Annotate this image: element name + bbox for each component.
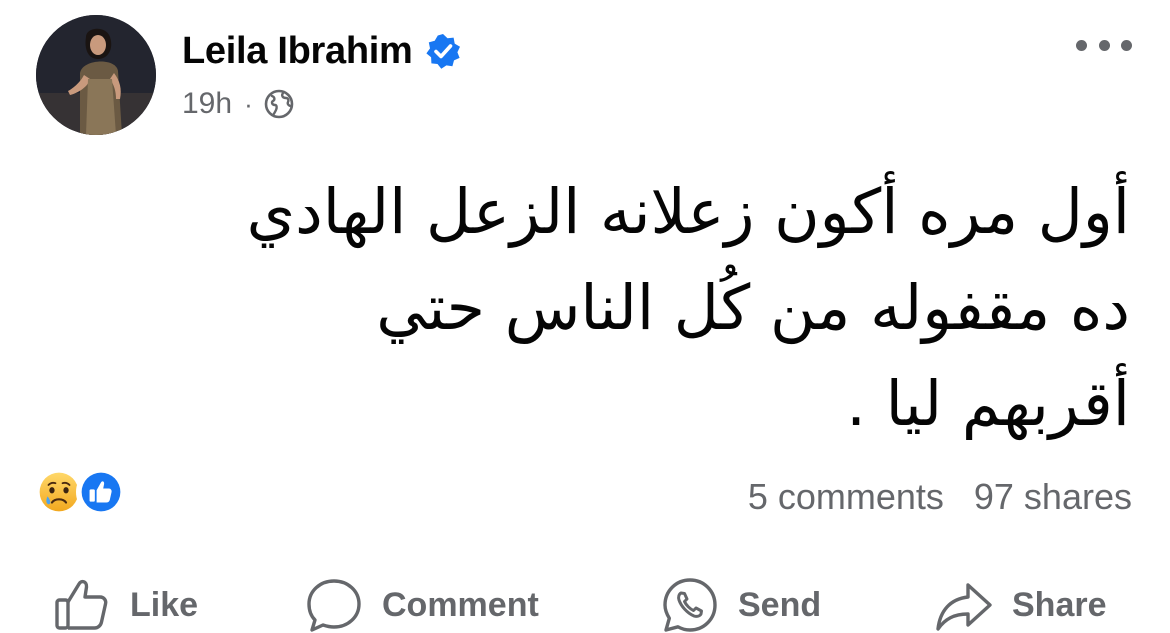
reactions-summary[interactable] (34, 466, 126, 518)
post-header: Leila Ibrahim (182, 28, 461, 74)
post-time[interactable]: 19h (182, 87, 232, 121)
verified-badge-icon (425, 34, 460, 69)
globe-icon (264, 89, 294, 119)
share-arrow-icon (936, 583, 992, 631)
like-reaction-icon (76, 467, 126, 517)
share-button[interactable]: Share (934, 572, 1107, 633)
more-dot-icon (1098, 39, 1110, 51)
post-action-bar: Like Comment Send Share (0, 572, 1170, 633)
more-dot-icon (1121, 39, 1132, 51)
comment-button[interactable]: Comment (304, 572, 539, 633)
comment-bubble-icon (307, 579, 361, 632)
share-label: Share (1012, 585, 1107, 624)
author-avatar[interactable] (36, 15, 156, 135)
thumbs-up-icon (55, 579, 108, 630)
meta-separator: · (244, 88, 253, 119)
comments-count[interactable]: 5 comments (748, 476, 944, 518)
post-text-line: ده مقفوله من كُل الناس حتي (376, 271, 1130, 344)
like-button[interactable]: Like (52, 572, 198, 633)
post-meta: 19h · (182, 84, 295, 124)
shares-count[interactable]: 97 shares (974, 476, 1132, 518)
send-button[interactable]: Send (660, 572, 821, 633)
more-options-button[interactable] (1076, 30, 1132, 60)
author-name[interactable]: Leila Ibrahim (182, 30, 413, 73)
send-label: Send (738, 585, 822, 624)
whatsapp-icon (663, 578, 717, 632)
like-label: Like (130, 585, 199, 624)
post-text-line: أول مره أكون زعلانه الزعل الهادي (246, 175, 1130, 248)
post-text: أول مره أكون زعلانه الزعل الهادي ده مقفو… (70, 164, 1130, 452)
avatar-photo (36, 15, 156, 135)
more-dot-icon (1076, 39, 1087, 51)
engagement-stats: 5 comments 97 shares (748, 476, 1132, 518)
comment-label: Comment (382, 585, 539, 624)
post-text-line: أقربهم ليا . (846, 367, 1130, 440)
